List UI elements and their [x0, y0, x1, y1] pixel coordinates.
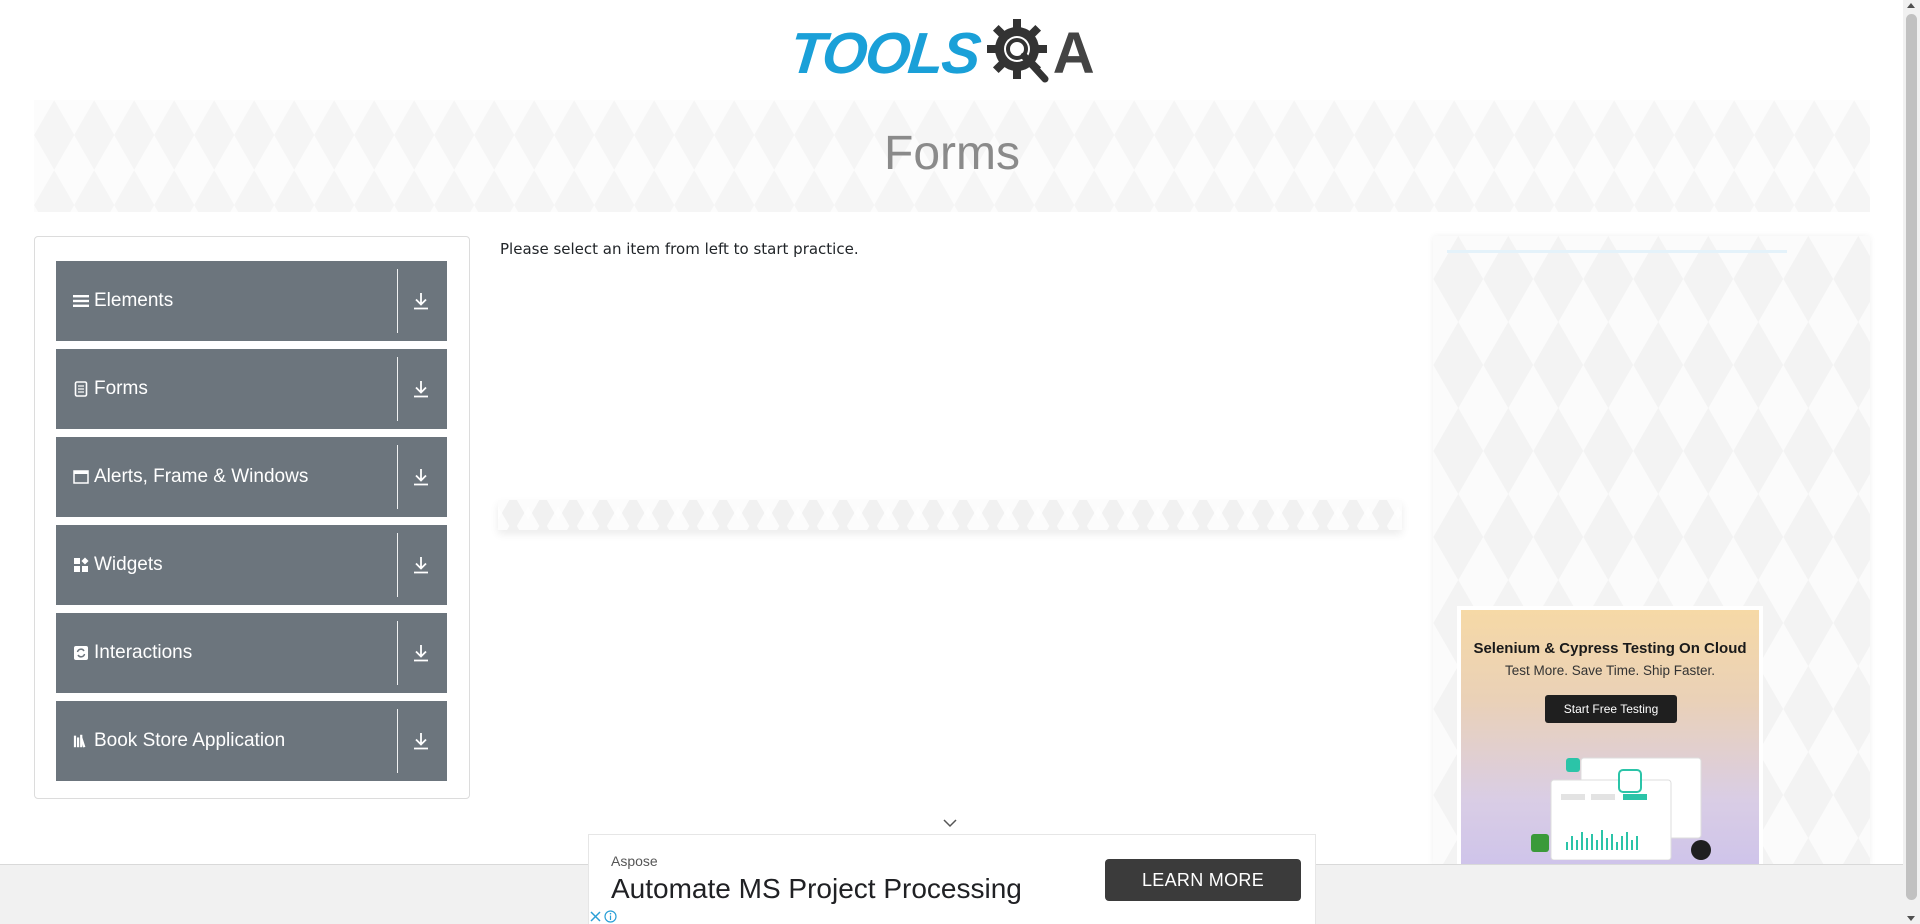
scroll-up-arrow-icon[interactable]	[1907, 3, 1915, 8]
download-icon[interactable]	[412, 643, 430, 663]
sidebar-group-forms[interactable]: Forms	[56, 349, 447, 429]
download-icon[interactable]	[412, 731, 430, 751]
toolsqa-logo[interactable]: TOOLS A	[787, 14, 1120, 92]
ad-subtitle: Test More. Save Time. Ship Faster.	[1504, 663, 1716, 678]
sidebar-group-elements[interactable]: Elements	[56, 261, 447, 341]
ad-title: Selenium & Cypress Testing On Cloud	[1473, 640, 1747, 657]
ad-card-testing-cloud[interactable]: Selenium & Cypress Testing On Cloud Test…	[1457, 606, 1763, 868]
divider	[397, 357, 398, 421]
page: TOOLS A Forms Elements Forms Alerts, Fra…	[0, 0, 1920, 924]
scroll-down-arrow-icon[interactable]	[1907, 916, 1915, 921]
sidebar-group-label: Elements	[94, 290, 174, 311]
page-banner: Forms	[34, 100, 1870, 212]
widgets-icon	[73, 557, 89, 573]
logo-text-tools: TOOLS	[786, 20, 983, 86]
sidebar-group-label: Widgets	[94, 554, 163, 575]
download-icon[interactable]	[412, 291, 430, 311]
sidebar-group-label: Book Store Application	[94, 730, 286, 751]
sidebar-group-book-store-application[interactable]: Book Store Application	[56, 701, 447, 781]
gear-magnifier-icon	[986, 19, 1049, 83]
window-icon	[73, 469, 89, 485]
ad-headline: Automate MS Project Processing	[611, 873, 1022, 904]
divider	[397, 621, 398, 685]
ad-brand: Aspose	[611, 853, 658, 869]
download-icon[interactable]	[412, 555, 430, 575]
divider	[397, 709, 398, 773]
info-icon[interactable]	[604, 910, 617, 923]
download-icon[interactable]	[412, 379, 430, 399]
bottom-ad-banner[interactable]: Aspose Automate MS Project Processing LE…	[588, 834, 1316, 924]
divider	[397, 269, 398, 333]
ad-placeholder-bar	[498, 500, 1402, 530]
divider	[397, 533, 398, 597]
page-title: Forms	[884, 127, 1020, 180]
scroll-thumb[interactable]	[1906, 14, 1917, 900]
document-icon	[73, 381, 89, 397]
close-icon[interactable]	[589, 910, 602, 923]
dashboard-illustration-icon	[1531, 757, 1711, 860]
sidebar-group-label: Alerts, Frame & Windows	[94, 466, 309, 487]
start-free-testing-button[interactable]: Start Free Testing	[1545, 695, 1677, 723]
sidebar-group-label: Forms	[94, 378, 148, 399]
sidebar: Elements Forms Alerts, Frame & Windows W…	[34, 236, 470, 799]
sidebar-group-alerts-frame-windows[interactable]: Alerts, Frame & Windows	[56, 437, 447, 517]
download-icon[interactable]	[412, 467, 430, 487]
interactions-icon	[73, 645, 89, 661]
divider	[397, 445, 398, 509]
chevron-down-icon[interactable]	[943, 818, 957, 828]
sidebar-group-interactions[interactable]: Interactions	[56, 613, 447, 693]
ad-choices[interactable]	[589, 909, 619, 924]
sidebar-group-label: Interactions	[94, 642, 193, 663]
learn-more-button[interactable]: LEARN MORE	[1105, 859, 1301, 901]
books-icon	[73, 733, 89, 749]
divider	[1447, 250, 1787, 253]
page-scrollbar[interactable]	[1903, 0, 1920, 924]
list-icon	[73, 293, 89, 309]
right-ad-column: Selenium & Cypress Testing On Cloud Test…	[1433, 236, 1870, 868]
logo-text-a: A	[1052, 20, 1095, 86]
practice-instruction: Please select an item from left to start…	[500, 240, 859, 258]
sidebar-group-widgets[interactable]: Widgets	[56, 525, 447, 605]
